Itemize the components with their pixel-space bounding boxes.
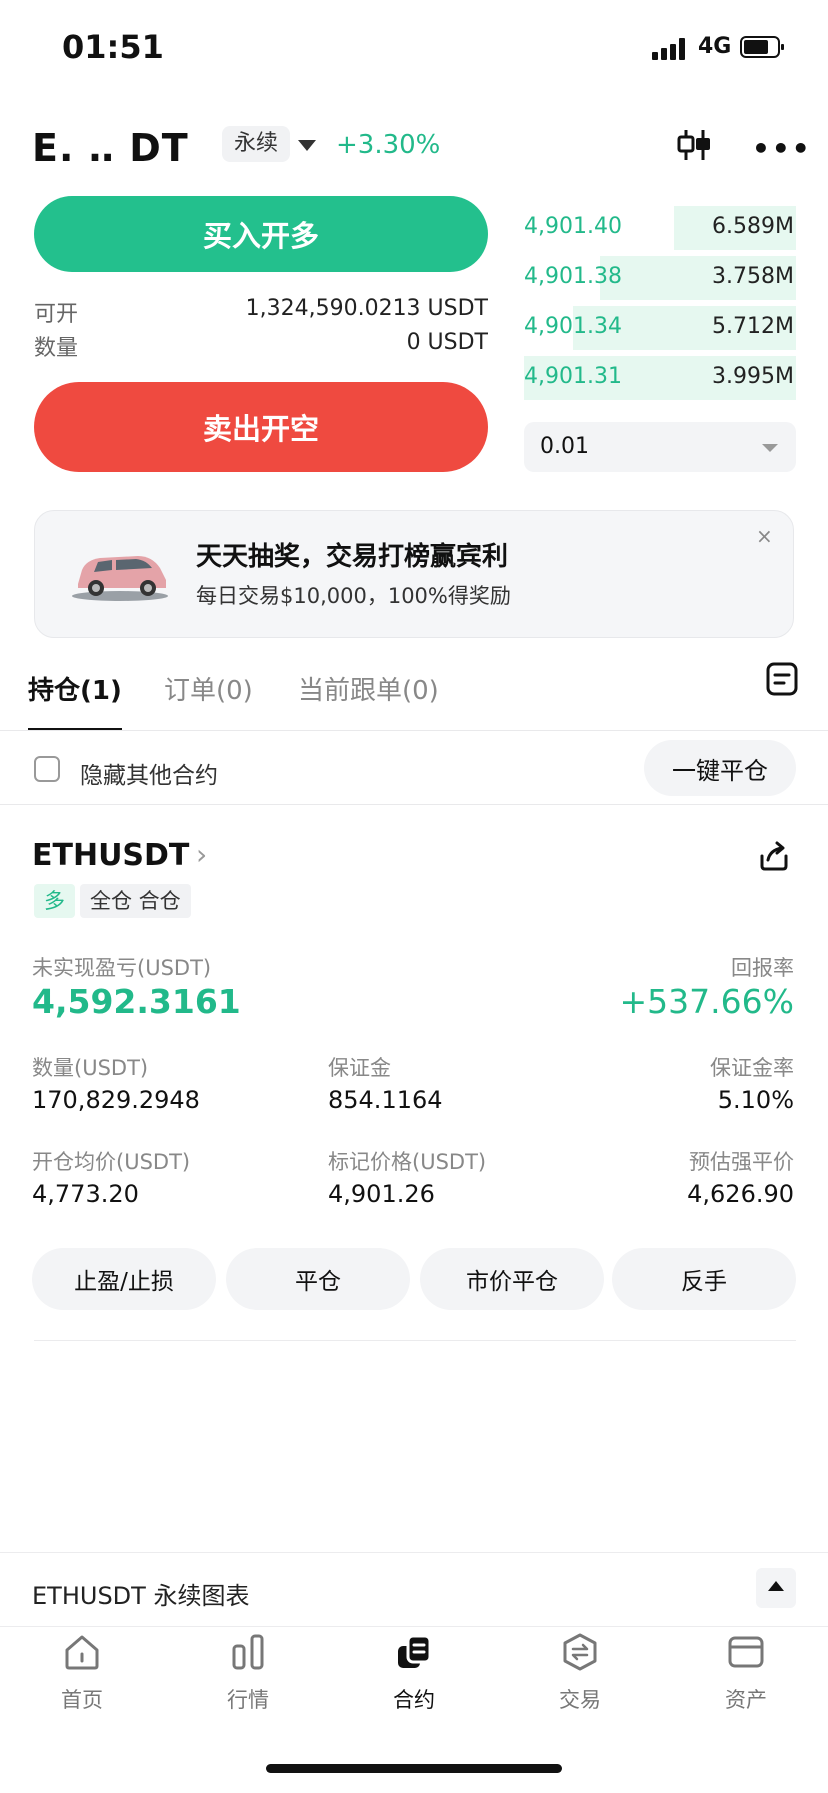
orderbook-price: 4,901.38 xyxy=(524,264,622,289)
entry-price-label: 开仓均价(USDT) xyxy=(32,1150,191,1174)
liq-price-value: 4,626.90 xyxy=(687,1180,794,1208)
close-icon[interactable]: × xyxy=(756,524,773,548)
mark-price-value: 4,901.26 xyxy=(328,1180,435,1208)
tab-positions[interactable]: 持仓(1) xyxy=(28,670,122,707)
contract-icon xyxy=(398,1634,432,1668)
quantity-value: 0 USDT xyxy=(406,330,488,355)
side-tag: 多 xyxy=(34,884,75,918)
tab-contract[interactable]: 合约 xyxy=(354,1632,474,1714)
position-symbol[interactable]: ETHUSDT xyxy=(32,838,189,873)
tab-assets[interactable]: 资产 xyxy=(686,1632,806,1714)
more-icon[interactable]: ••• xyxy=(752,132,812,165)
close-position-button[interactable]: 平仓 xyxy=(226,1248,410,1310)
status-time: 01:51 xyxy=(62,28,164,66)
sell-short-button[interactable]: 卖出开空 xyxy=(34,382,488,472)
chevron-down-icon xyxy=(762,444,778,452)
home-icon xyxy=(65,1635,99,1670)
home-indicator xyxy=(266,1764,562,1773)
tab-label: 交易 xyxy=(559,1688,601,1712)
orderbook-row[interactable]: 4,901.34 5.712M xyxy=(524,306,796,350)
orderbook-qty: 5.712M xyxy=(712,314,794,339)
pair-title[interactable]: E. ‥ DT xyxy=(32,126,189,170)
tab-market[interactable]: 行情 xyxy=(188,1632,308,1714)
orderbook-price: 4,901.40 xyxy=(524,214,622,239)
roe-label: 回报率 xyxy=(731,956,794,980)
reverse-button[interactable]: 反手 xyxy=(612,1248,796,1310)
orderbook-price: 4,901.34 xyxy=(524,314,622,339)
precision-value: 0.01 xyxy=(540,434,589,459)
tab-label: 合约 xyxy=(393,1688,435,1712)
qty-value: 170,829.2948 xyxy=(32,1086,200,1114)
available-value: 1,324,590.0213 USDT xyxy=(245,296,488,321)
margin-rate-value: 5.10% xyxy=(717,1086,794,1114)
banner-subtitle: 每日交易$10,000，100%得奖励 xyxy=(196,584,511,608)
quantity-label: 数量 xyxy=(34,336,79,361)
liq-price-label: 预估强平价 xyxy=(689,1150,794,1174)
market-icon xyxy=(232,1634,264,1670)
pnl-value: 4,592.3161 xyxy=(32,982,241,1021)
car-image xyxy=(72,556,168,601)
orderbook-row[interactable]: 4,901.31 3.995M xyxy=(524,356,796,400)
buy-long-button[interactable]: 买入开多 xyxy=(34,196,488,272)
tab-label: 资产 xyxy=(725,1688,767,1712)
pnl-label: 未实现盈亏(USDT) xyxy=(32,956,212,980)
hide-other-checkbox[interactable] xyxy=(34,756,60,782)
entry-price-value: 4,773.20 xyxy=(32,1180,139,1208)
price-change: +3.30% xyxy=(336,130,441,160)
trade-icon xyxy=(563,1633,597,1671)
tab-trade[interactable]: 交易 xyxy=(520,1632,640,1714)
expand-chart-button[interactable] xyxy=(756,1568,796,1608)
mark-price-label: 标记价格(USDT) xyxy=(328,1150,487,1174)
orderbook-qty: 3.758M xyxy=(712,264,794,289)
close-all-button[interactable]: 一键平仓 xyxy=(644,740,796,796)
tp-sl-button[interactable]: 止盈/止损 xyxy=(32,1248,216,1310)
tab-copy-trades[interactable]: 当前跟单(0) xyxy=(298,670,439,707)
chevron-right-icon[interactable]: › xyxy=(196,838,207,871)
share-icon[interactable] xyxy=(758,840,790,872)
roe-value: +537.66% xyxy=(619,982,794,1021)
orderbook-price: 4,901.31 xyxy=(524,364,622,389)
hide-other-label[interactable]: 隐藏其他合约 xyxy=(80,756,218,790)
tab-orders[interactable]: 订单(0) xyxy=(164,670,253,707)
orderbook-row[interactable]: 4,901.38 3.758M xyxy=(524,256,796,300)
orderbook-qty: 6.589M xyxy=(712,214,794,239)
signal-icon xyxy=(652,38,690,60)
margin-value: 854.1164 xyxy=(328,1086,443,1114)
battery-icon xyxy=(740,36,784,58)
orderbook-row[interactable]: 4,901.40 6.589M xyxy=(524,206,796,250)
divider xyxy=(0,804,828,805)
candlestick-icon[interactable] xyxy=(676,128,712,162)
orderbook-qty: 3.995M xyxy=(712,364,794,389)
chevron-up-icon xyxy=(768,1581,784,1591)
tab-home[interactable]: 首页 xyxy=(22,1632,142,1714)
margin-rate-label: 保证金率 xyxy=(710,1056,794,1080)
chevron-down-icon[interactable] xyxy=(298,140,316,151)
network-type: 4G xyxy=(698,34,732,59)
margin-mode-tag: 全仓 合仓 xyxy=(80,884,191,918)
precision-select[interactable]: 0.01 xyxy=(524,422,796,472)
margin-label: 保证金 xyxy=(328,1056,391,1080)
tab-label: 首页 xyxy=(61,1688,103,1712)
available-label: 可开 xyxy=(34,302,79,327)
wallet-icon xyxy=(728,1636,764,1668)
contract-type-badge[interactable]: 永续 xyxy=(222,126,291,162)
chart-label[interactable]: ETHUSDT 永续图表 xyxy=(32,1576,249,1611)
market-close-button[interactable]: 市价平仓 xyxy=(420,1248,604,1310)
divider xyxy=(34,1340,796,1341)
banner-title: 天天抽奖，交易打榜赢宾利 xyxy=(196,542,509,572)
divider xyxy=(0,730,828,731)
qty-label: 数量(USDT) xyxy=(32,1056,149,1080)
tab-label: 行情 xyxy=(227,1688,269,1712)
document-icon[interactable] xyxy=(766,662,798,696)
